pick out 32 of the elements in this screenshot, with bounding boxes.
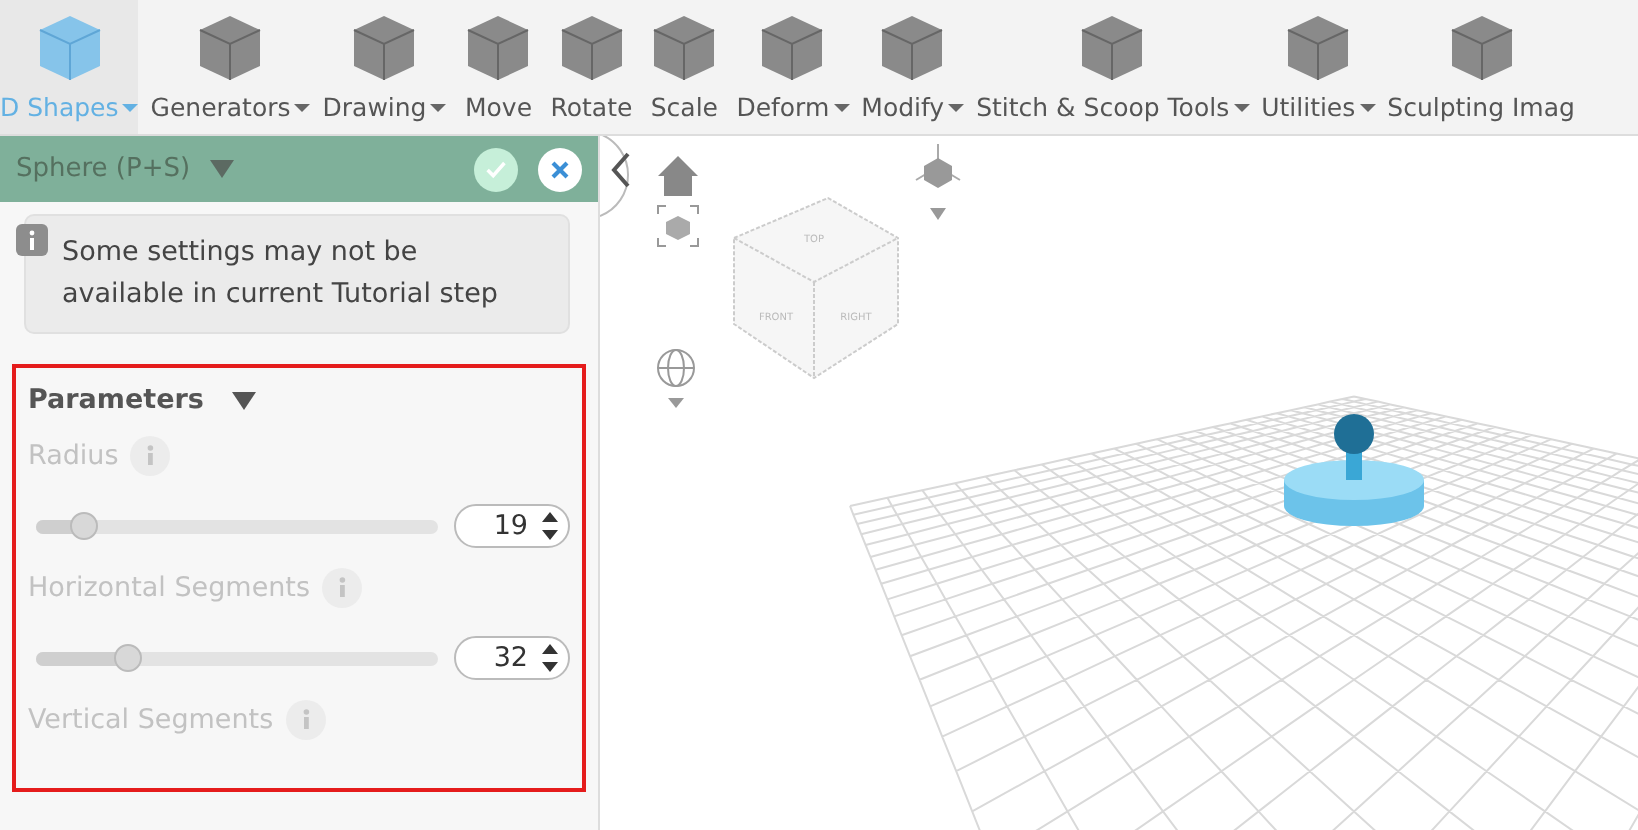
cylinder-drawing[interactable]	[1284, 414, 1424, 526]
axes-cube-icon[interactable]	[915, 143, 961, 188]
confirm-button[interactable]	[474, 147, 518, 191]
toolbar-button[interactable]: Rotate	[550, 0, 633, 134]
toolbar-button[interactable]: Generators	[150, 0, 311, 134]
info-icon	[130, 436, 171, 476]
info-text: Some settings may not be available in current Tutorial step	[62, 234, 500, 314]
panel-title: Sphere (P+S)	[16, 154, 191, 184]
toolbar-button[interactable]: Drawing	[322, 0, 447, 134]
section-title: Parameters	[28, 384, 204, 416]
dropdown-triangle-icon[interactable]	[930, 208, 946, 220]
toolbar-button[interactable]: Modify	[861, 0, 965, 134]
spinner-arrows-icon[interactable]	[540, 508, 560, 544]
toolbar-button[interactable]: Move	[458, 0, 539, 134]
dropdown-triangle-icon[interactable]	[668, 398, 684, 408]
home-icon[interactable]	[658, 156, 698, 196]
globe-icon[interactable]	[657, 349, 695, 387]
toolbar-button[interactable]: Sculpting Imag	[1387, 0, 1575, 134]
toolbar-button[interactable]: Deform	[736, 0, 850, 134]
collapse-triangle-icon[interactable]	[231, 391, 256, 409]
collapse-panel-button[interactable]	[600, 136, 630, 217]
spinner-arrows-icon[interactable]	[540, 640, 560, 676]
info-icon	[322, 568, 363, 608]
toolbar-button[interactable]: Scale	[644, 0, 725, 134]
close-button[interactable]	[538, 147, 582, 191]
info-icon	[285, 700, 326, 740]
slider-thumb[interactable]	[70, 511, 99, 539]
toolbar-button[interactable]: Utilities	[1261, 0, 1376, 134]
info-icon	[16, 224, 48, 256]
fit-view-icon[interactable]	[657, 205, 699, 247]
slider-thumb[interactable]	[114, 643, 143, 671]
toolbar-button[interactable]: Stitch & Scoop Tools	[976, 0, 1250, 134]
